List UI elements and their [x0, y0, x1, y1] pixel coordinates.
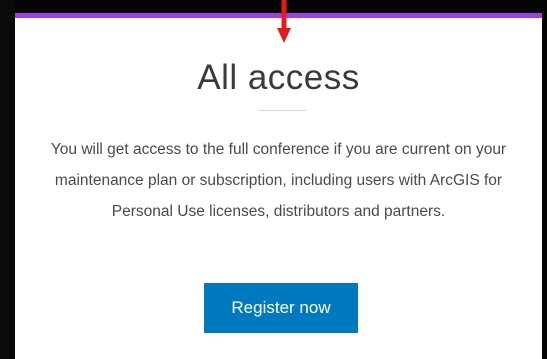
card-description: You will get access to the full conferen…: [50, 141, 507, 220]
register-now-button[interactable]: Register now: [204, 283, 358, 333]
card-title: All access: [197, 58, 360, 97]
background-right: [542, 0, 547, 359]
background-top: [0, 0, 547, 13]
background-left: [0, 0, 15, 359]
title-divider: [258, 110, 306, 111]
all-access-card: All access You will get access to the fu…: [15, 13, 542, 359]
annotation-arrow-icon: [277, 0, 291, 43]
